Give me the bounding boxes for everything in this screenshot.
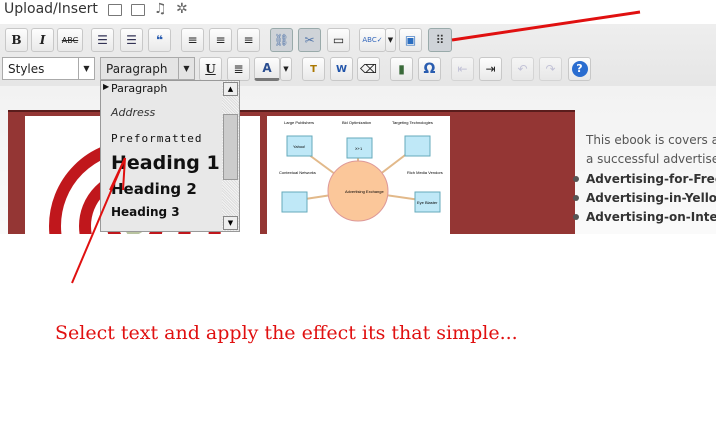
annotation-arrows: [71, 10, 641, 284]
annotation-caption: Select text and apply the effect its tha…: [55, 322, 518, 344]
annotation-line: [451, 10, 641, 42]
annotation-arrow-icon: [71, 157, 126, 284]
